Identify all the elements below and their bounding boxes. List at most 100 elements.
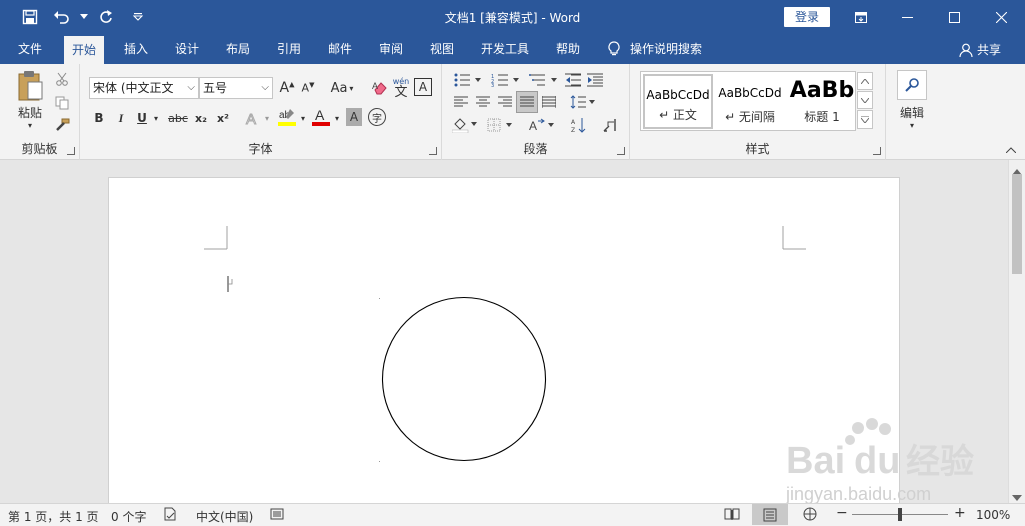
styles-scroll-down[interactable] [857,91,873,109]
style-normal[interactable]: AaBbCcDd ↵ 正文 [643,74,713,129]
font-size-combo[interactable]: 五号 ⌵ [199,77,273,99]
numbering-icon: 123 [491,74,519,87]
style-heading-1[interactable]: AaBb 标题 1 [787,74,857,129]
superscript-button[interactable]: x² [213,108,233,128]
show-marks-button[interactable] [600,115,620,135]
shading-button[interactable] [450,115,480,135]
style-no-spacing[interactable]: AaBbCcDd ↵ 无间隔 [715,74,785,129]
svg-text:A: A [529,119,537,132]
tab-developer[interactable]: 开发工具 [473,34,537,64]
tab-home[interactable]: 开始 [64,36,105,64]
asian-layout-icon: A [529,118,554,132]
character-shading-button[interactable]: A [346,108,362,126]
multilevel-list-button[interactable] [526,70,562,90]
strikethrough-button[interactable]: abc [166,108,190,128]
document-page[interactable] [108,177,900,507]
sort-button[interactable]: AZ [568,115,590,135]
editing-button[interactable]: 编辑 ▾ [896,70,928,136]
styles-launcher[interactable] [873,147,881,155]
zoom-level[interactable]: 100% [976,508,1010,522]
scroll-thumb[interactable] [1012,174,1022,274]
enclose-characters-button[interactable]: 字 [368,108,386,126]
web-layout-button[interactable] [802,507,818,524]
close-button[interactable] [978,0,1025,34]
vertical-scrollbar[interactable] [1008,160,1025,503]
change-case-button[interactable]: Aa ▾ [326,78,358,98]
globe-icon [803,507,817,521]
tab-layout[interactable]: 布局 [218,34,258,64]
font-name-combo[interactable]: 宋体 (中文正文 ⌵ [89,77,199,99]
line-spacing-icon [570,95,595,109]
underline-dropdown[interactable]: ▾ [151,108,161,128]
zoom-out-button[interactable]: − [836,505,848,521]
scroll-up-arrow[interactable] [1012,164,1022,175]
highlight-button[interactable]: ab [276,106,298,128]
italic-button[interactable]: I [111,108,131,128]
character-border-button[interactable]: A [414,78,432,96]
tab-file[interactable]: 文件 [10,34,50,64]
bullets-button[interactable] [450,70,486,90]
align-center-button[interactable] [472,92,494,112]
styles-scroll-up[interactable] [857,72,873,90]
decrease-indent-button[interactable] [562,70,584,90]
asian-layout-button[interactable]: A [526,115,558,135]
collapse-ribbon-button[interactable] [1004,144,1018,156]
zoom-in-button[interactable]: + [954,505,966,521]
styles-more-button[interactable] [857,110,873,129]
tab-references[interactable]: 引用 [269,34,309,64]
text-effects-button[interactable]: A [242,108,262,128]
paste-button[interactable]: 粘贴 ▾ [12,70,48,136]
text-effects-dropdown[interactable]: ▾ [262,108,272,128]
align-right-button[interactable] [494,92,516,112]
tab-design[interactable]: 设计 [167,34,207,64]
distributed-button[interactable] [538,92,560,112]
read-mode-button[interactable] [724,507,740,524]
chevron-down-icon: ⌵ [261,82,269,93]
tab-review[interactable]: 审阅 [371,34,411,64]
borders-button[interactable] [484,115,516,135]
subscript-button[interactable]: x₂ [191,108,211,128]
format-painter-button[interactable] [52,116,72,134]
grow-font-button[interactable]: A▲ [277,78,297,98]
numbering-button[interactable]: 123 [488,70,524,90]
tab-help[interactable]: 帮助 [548,34,588,64]
underline-button[interactable]: U [133,108,151,128]
tab-mailings[interactable]: 邮件 [320,34,360,64]
phonetic-guide-button[interactable]: wén 文 [390,76,412,100]
share-button[interactable]: 共享 [959,41,1001,58]
cut-button[interactable] [52,70,72,88]
chevron-down-icon: ▾ [153,113,158,123]
eraser-icon: A [372,81,387,95]
bold-button[interactable]: B [89,108,109,128]
circle-shape[interactable] [381,296,547,462]
language-indicator[interactable]: 中文(中国) [196,508,253,525]
zoom-slider-thumb[interactable] [898,508,902,521]
highlight-dropdown[interactable]: ▾ [298,108,308,128]
paragraph-launcher[interactable] [617,147,625,155]
align-left-button[interactable] [450,92,472,112]
print-layout-button[interactable] [752,504,788,525]
scroll-down-arrow[interactable] [1012,490,1022,501]
font-launcher[interactable] [429,147,437,155]
maximize-button[interactable] [931,0,978,34]
clipboard-launcher[interactable] [67,147,75,155]
page-count[interactable]: 第 1 页，共 1 页 [8,508,99,525]
minimize-button[interactable] [884,0,931,34]
macro-recording-button[interactable] [270,507,284,524]
clear-formatting-button[interactable]: A [370,78,390,98]
proofing-button[interactable] [163,507,177,524]
font-color-button[interactable]: A [310,106,332,128]
font-color-dropdown[interactable]: ▾ [332,108,342,128]
ribbon-display-options-button[interactable] [837,0,884,34]
line-spacing-button[interactable] [568,92,598,112]
tell-me-search[interactable]: 操作说明搜索 [608,40,702,57]
shrink-font-button[interactable]: A▼ [298,78,318,98]
login-button[interactable]: 登录 [784,7,830,27]
tab-insert[interactable]: 插入 [116,34,156,64]
justify-button[interactable] [516,91,538,113]
word-count[interactable]: 0 个字 [111,508,146,525]
print-layout-icon [763,508,777,521]
tab-view[interactable]: 视图 [422,34,462,64]
increase-indent-button[interactable] [584,70,606,90]
copy-button[interactable] [52,94,72,112]
